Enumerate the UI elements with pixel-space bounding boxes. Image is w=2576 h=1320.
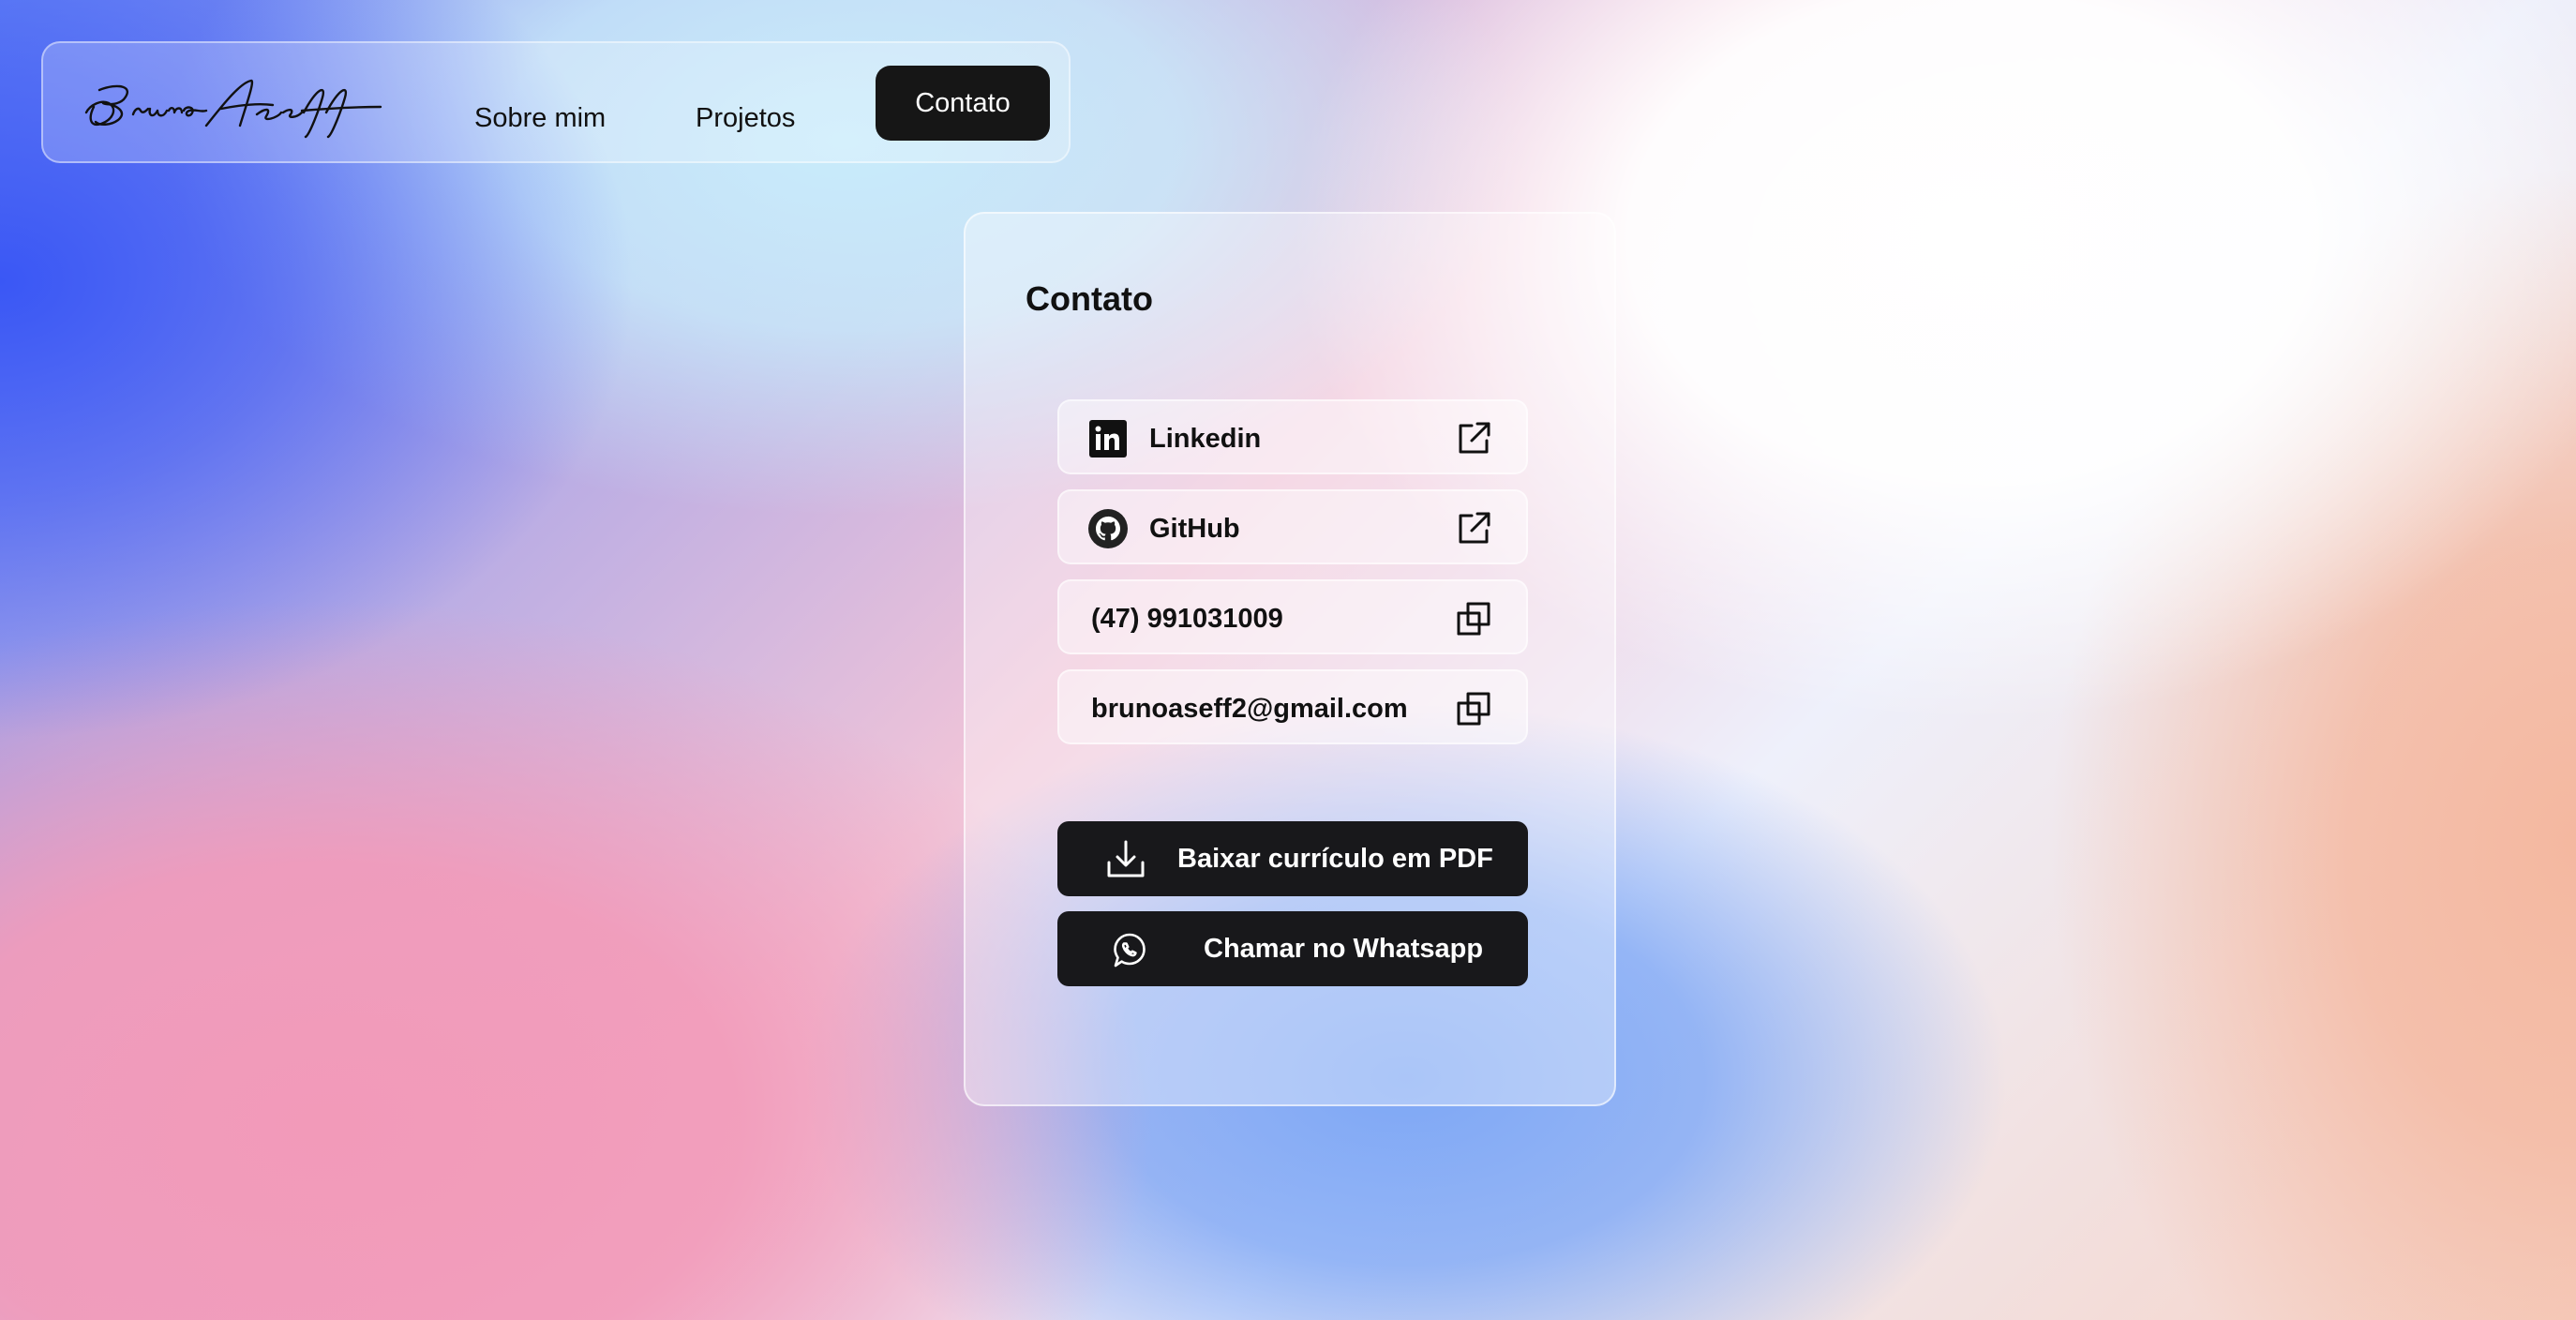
copy-icon[interactable] [1455,690,1492,728]
download-icon [1107,840,1145,878]
signature-logo[interactable] [81,69,390,141]
external-link-icon[interactable] [1455,510,1492,548]
contact-item-label: brunoaseff2@gmail.com [1091,694,1408,724]
contact-item-label: Linkedin [1149,424,1262,454]
card-title: Contato [1026,279,1153,318]
contact-item-label: (47) 991031009 [1091,604,1283,634]
contact-item-email[interactable]: brunoaseff2@gmail.com [1057,669,1528,744]
contact-item-label: GitHub [1149,514,1240,544]
external-link-icon[interactable] [1455,420,1492,458]
contact-item-github[interactable]: GitHub [1057,489,1528,564]
top-navbar: Sobre mim Projetos Contato [41,41,1071,163]
nav-link-projetos[interactable]: Projetos [696,81,795,156]
github-icon [1088,509,1128,548]
contact-item-phone[interactable]: (47) 991031009 [1057,579,1528,654]
nav-button-contato[interactable]: Contato [876,66,1050,141]
button-label: Chamar no Whatsapp [1204,934,1484,964]
whatsapp-button[interactable]: Chamar no Whatsapp [1057,911,1528,986]
linkedin-icon [1089,420,1127,458]
contact-card: Contato Linkedin GitHub (47) 991031009 b… [964,212,1616,1106]
whatsapp-icon [1114,933,1146,968]
button-label: Baixar currículo em PDF [1177,844,1493,874]
nav-link-sobre-mim[interactable]: Sobre mim [474,81,606,156]
contact-item-linkedin[interactable]: Linkedin [1057,399,1528,474]
download-resume-button[interactable]: Baixar currículo em PDF [1057,821,1528,896]
copy-icon[interactable] [1455,600,1492,638]
